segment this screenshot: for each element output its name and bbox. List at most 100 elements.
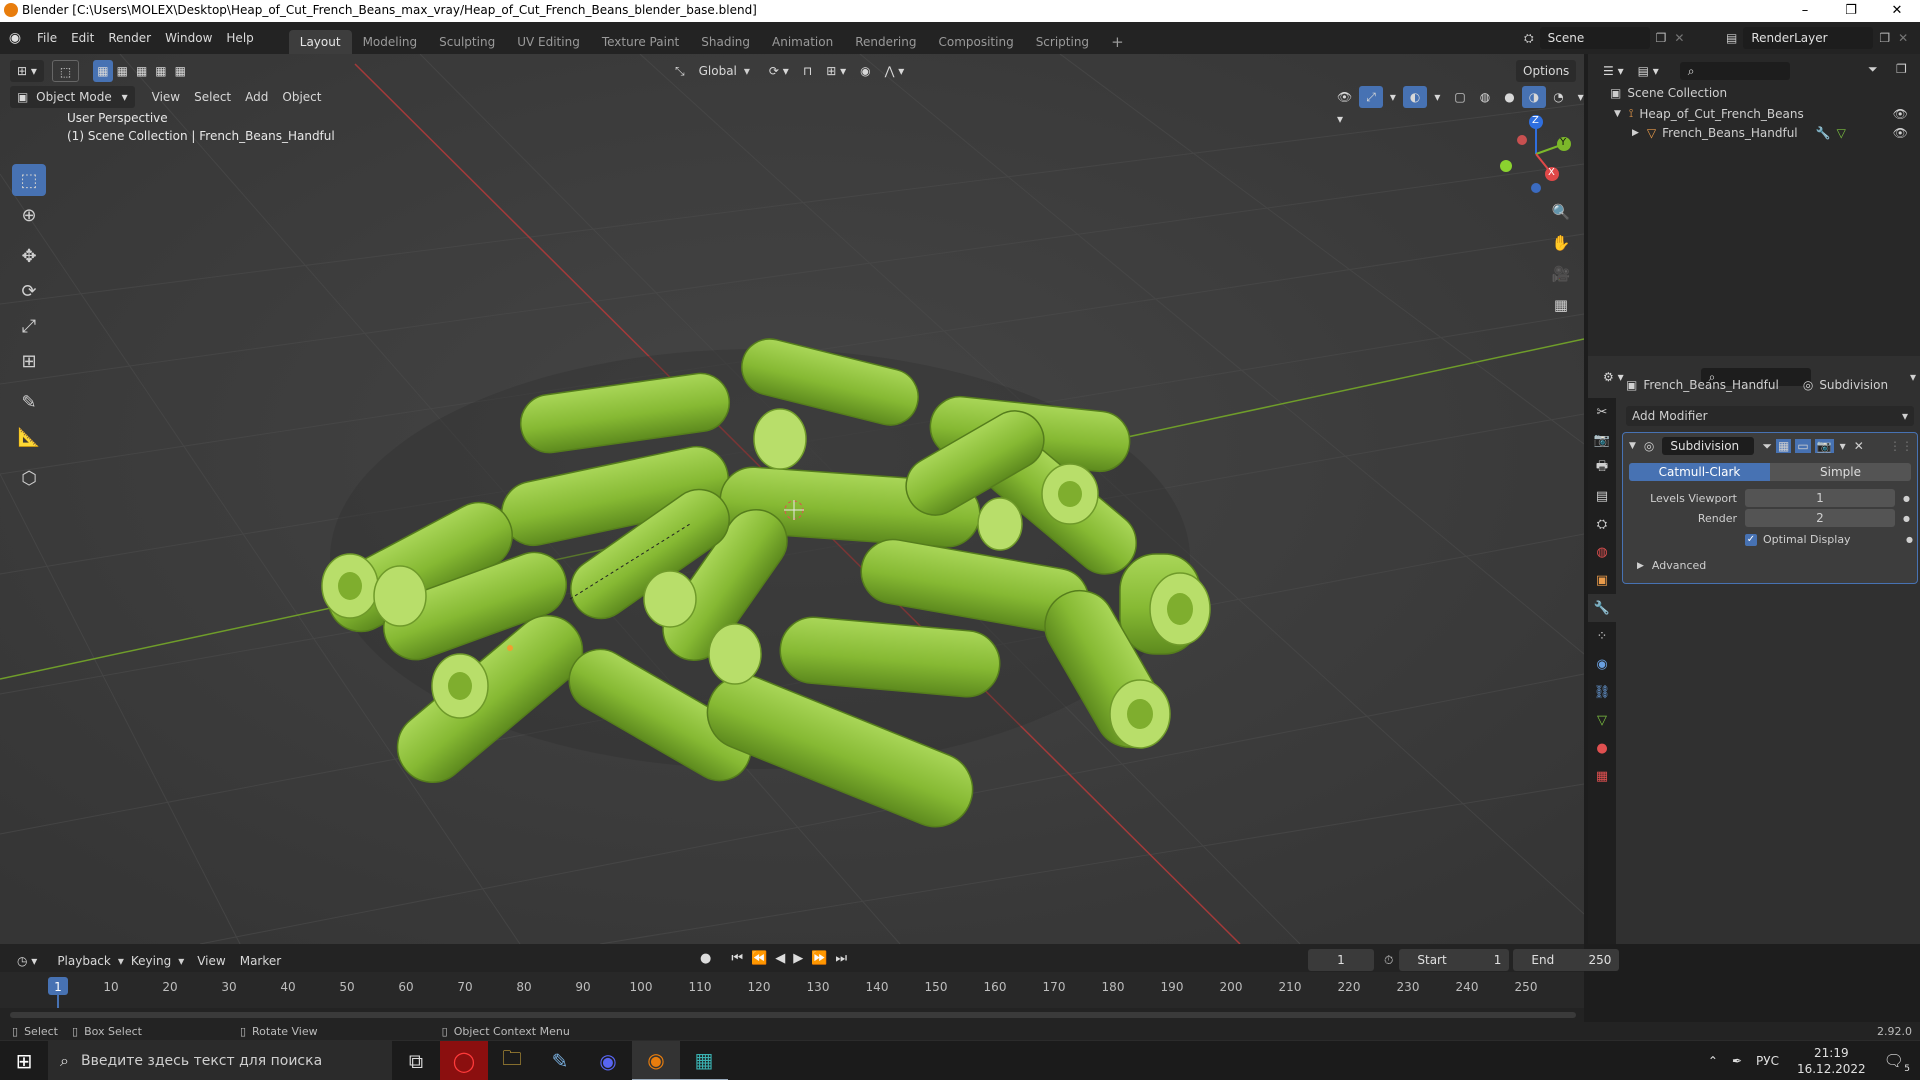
play-icon[interactable]: ▶ (793, 951, 803, 966)
render-layer-icon[interactable]: ▤ (1726, 31, 1737, 45)
drag-handle-icon[interactable]: ⋮⋮ (1889, 439, 1913, 453)
3dsmax-icon[interactable]: ▦ (680, 1041, 728, 1080)
minimize-button[interactable]: – (1782, 0, 1828, 22)
modifier-wrench-icon[interactable]: 🔧 (1816, 126, 1831, 140)
snap-target-icon[interactable]: ⊞ ▾ (819, 60, 853, 82)
tab-shading[interactable]: Shading (690, 30, 761, 54)
editor-type-button[interactable]: ⊞ ▾ (10, 60, 44, 82)
file-explorer-icon[interactable]: 🗀 (488, 1041, 536, 1080)
menu-file[interactable]: File (30, 26, 64, 50)
viewport-display-icon[interactable]: ▭ (1795, 439, 1811, 453)
scene-icon[interactable]: ⛭ (1524, 31, 1534, 46)
selection-intersect-icon[interactable]: ▦ (171, 60, 190, 82)
pivot-point-icon[interactable]: ⟳ ▾ (762, 60, 796, 82)
pan-hand-icon[interactable]: ✋ (1546, 229, 1576, 257)
current-frame-field[interactable]: 1 (1308, 949, 1374, 971)
move-tool-icon[interactable]: ✥ (12, 240, 46, 272)
outliner-search-input[interactable]: ⌕ (1679, 62, 1790, 80)
camera-view-icon[interactable]: 🎥 (1546, 260, 1576, 288)
gizmo-toggle-icon[interactable]: ⤢ (1359, 86, 1383, 108)
scale-tool-icon[interactable]: ⤢ (12, 310, 46, 342)
auto-key-icon[interactable]: ● (700, 951, 711, 966)
outliner[interactable]: ☰ ▾ ▤ ▾ ⌕ ⏷ ❐ ▣ Scene Collection ▼ ⟟ Hea… (1588, 54, 1920, 356)
play-reverse-icon[interactable]: ◀ (775, 951, 785, 966)
rendered-shading-icon[interactable]: ◔ (1546, 86, 1570, 108)
paint-app-icon[interactable]: ✎ (536, 1041, 584, 1080)
notification-icon[interactable]: 🗨 5 (1884, 1051, 1910, 1074)
opera-icon[interactable]: ◯ (440, 1040, 488, 1080)
menu-edit[interactable]: Edit (64, 26, 101, 50)
data-tab-icon[interactable]: ▽ (1588, 706, 1616, 734)
new-scene-icon[interactable]: ❐ (1656, 31, 1667, 45)
outliner-editor-type-icon[interactable]: ☰ ▾ (1596, 60, 1631, 82)
output-tab-icon[interactable]: 🖶 (1588, 454, 1616, 482)
tab-animation[interactable]: Animation (761, 30, 844, 54)
outliner-item-french-beans[interactable]: French_Beans_Handful (1662, 126, 1797, 140)
edit-mode-icon[interactable]: ⏷ (1762, 439, 1772, 454)
menu-help[interactable]: Help (219, 26, 260, 50)
menu-window[interactable]: Window (158, 26, 219, 50)
close-window-button[interactable]: ✕ (1874, 0, 1920, 22)
jump-keyframe-back-icon[interactable]: ⏪ (751, 951, 767, 966)
levels-viewport-field[interactable]: 1 (1745, 489, 1895, 507)
tab-layout[interactable]: Layout (288, 30, 352, 54)
navigation-gizmo[interactable]: Z Y X (1496, 114, 1576, 194)
tab-uv-editing[interactable]: UV Editing (506, 30, 591, 54)
task-view-icon[interactable]: ⧉ (392, 1041, 440, 1080)
menu-keying[interactable]: Keying (124, 950, 178, 972)
keyframe-dot-icon[interactable]: ● (1903, 494, 1910, 503)
timeline[interactable]: ◷ ▾ Playback ▾ Keying ▾ View Marker ● ⏮ … (0, 944, 1620, 1024)
taskbar-search-box[interactable]: ⌕ Введите здесь текст для поиска (48, 1040, 392, 1080)
ortho-grid-icon[interactable]: ▦ (1546, 291, 1576, 319)
menu-render[interactable]: Render (101, 26, 158, 50)
render-levels-field[interactable]: 2 (1745, 509, 1895, 527)
scene-collection-label[interactable]: Scene Collection (1627, 86, 1727, 100)
properties-editor[interactable]: ⚙ ▾ ⌕ ▾ ✂ 📷 🖶 ▤ ⛭ ◍ ▣ 🔧 ⁘ ◉ ⛓ ▽ ● ▦ ▣ Fr… (1588, 360, 1920, 944)
selection-new-icon[interactable]: ▦ (93, 60, 113, 82)
optimal-display-checkbox[interactable]: ✓ (1745, 533, 1757, 546)
shading-menu-icon[interactable]: ▾ (1571, 86, 1584, 108)
select-box-tool-icon[interactable]: ⬚ (12, 164, 46, 196)
mesh-data-icon[interactable]: ▽ (1837, 126, 1846, 140)
collapse-arrow-icon[interactable]: ▼ (1629, 441, 1636, 451)
solid-shading-icon[interactable]: ● (1497, 86, 1521, 108)
selection-invert-icon[interactable]: ▦ (151, 60, 170, 82)
world-tab-icon[interactable]: ◍ (1588, 538, 1616, 566)
material-shading-icon[interactable]: ◑ (1521, 86, 1547, 108)
blender-menu-icon[interactable]: ◉ (0, 30, 30, 46)
cursor-tool-icon[interactable]: ⊕ (12, 199, 46, 231)
snap-icon[interactable]: ⊓ (796, 60, 819, 82)
chevron-down-icon[interactable]: ▾ (1840, 439, 1846, 453)
falloff-icon[interactable]: ⋀ ▾ (878, 60, 912, 82)
material-tab-icon[interactable]: ● (1588, 734, 1616, 762)
scene-field[interactable]: Scene (1539, 27, 1650, 49)
object-tab-icon[interactable]: ▣ (1588, 566, 1616, 594)
options-button[interactable]: Options (1516, 60, 1577, 82)
outliner-item-heap[interactable]: Heap_of_Cut_French_Beans (1639, 107, 1803, 121)
restore-button[interactable]: ❐ (1828, 0, 1874, 22)
tab-scripting[interactable]: Scripting (1025, 30, 1100, 54)
remove-modifier-icon[interactable]: ✕ (1854, 439, 1864, 453)
delete-scene-icon[interactable]: ✕ (1674, 31, 1684, 45)
tab-modeling[interactable]: Modeling (352, 30, 429, 54)
measure-tool-icon[interactable]: 📐 (12, 421, 46, 453)
add-cube-tool-icon[interactable]: ⬡ (12, 462, 46, 494)
xray-icon[interactable]: ▢ (1447, 86, 1472, 108)
overlay-menu-icon[interactable]: ▾ (1427, 86, 1447, 108)
start-frame-field[interactable]: Start 1 (1399, 949, 1510, 971)
end-frame-field[interactable]: End 250 (1513, 949, 1620, 971)
timeline-ruler[interactable]: 1 10 20 30 40 50 60 70 80 90 100 110 120… (0, 972, 1584, 1008)
clock-date[interactable]: 16.12.2022 (1797, 1061, 1866, 1077)
keyboard-language[interactable]: РУС (1756, 1054, 1779, 1068)
clock-time[interactable]: 21:19 (1797, 1045, 1866, 1061)
wireframe-shading-icon[interactable]: ◍ (1473, 86, 1497, 108)
render-display-icon[interactable]: 📷 (1814, 439, 1834, 453)
expand-arrow-icon[interactable]: ▼ (1614, 109, 1621, 119)
filter-icon[interactable]: ⏷ (1868, 62, 1878, 77)
selection-extend-icon[interactable]: ▦ (113, 60, 132, 82)
tab-texture-paint[interactable]: Texture Paint (591, 30, 690, 54)
modifier-name-input[interactable]: Subdivision (1662, 437, 1755, 455)
timeline-editor-type-icon[interactable]: ◷ ▾ (10, 950, 44, 972)
select-mode-icon[interactable]: ⬚ (51, 60, 80, 82)
visibility-icon[interactable]: 👁 ▾ (1330, 86, 1359, 126)
